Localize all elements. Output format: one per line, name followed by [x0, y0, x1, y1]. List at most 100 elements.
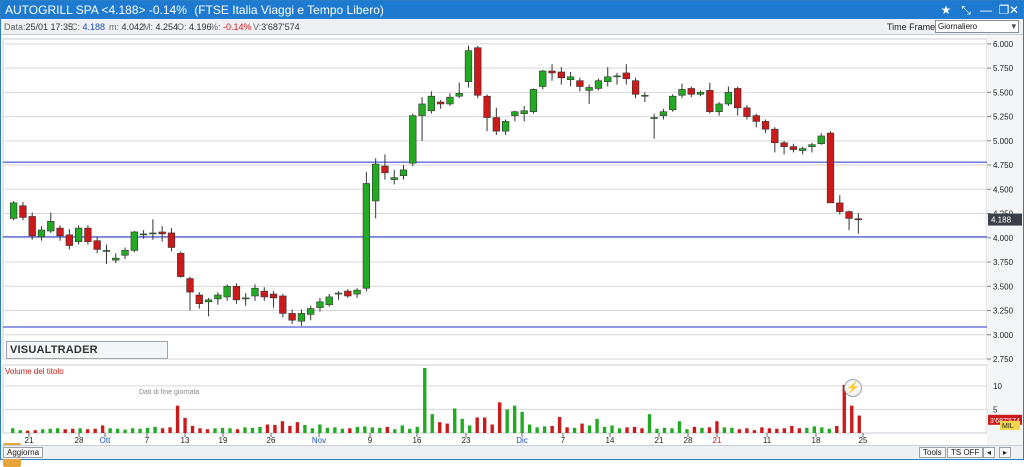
price-axis-label: 3.750	[993, 258, 1014, 267]
candle-up	[659, 111, 668, 116]
volume-bar	[100, 425, 105, 433]
volume-bar	[505, 409, 509, 433]
volume-bar	[423, 367, 427, 433]
volume-bar	[460, 418, 464, 433]
candle-down	[177, 253, 185, 277]
volume-bar	[220, 427, 225, 433]
visualtrader-logo: VISUALTRADER	[6, 341, 168, 359]
volume-bar	[707, 427, 712, 433]
volume-bar	[228, 428, 232, 433]
volume-bar	[183, 417, 187, 433]
candle-up	[464, 50, 473, 82]
ts-off-button[interactable]: TS OFF	[947, 447, 984, 458]
volume-bar	[602, 426, 607, 433]
volume-bar	[393, 429, 397, 433]
candle-up	[307, 308, 315, 315]
candle-down	[28, 216, 36, 237]
volume-bar	[250, 427, 255, 433]
volume-bar	[647, 414, 652, 433]
volume-bar	[310, 428, 315, 433]
candle-down	[845, 211, 853, 219]
candle-down	[854, 218, 863, 221]
volume-bar	[243, 427, 247, 433]
price-axis-label: 4.750	[993, 161, 1014, 170]
volume-bar	[273, 424, 277, 433]
candle-up	[74, 227, 83, 242]
price-axis-label: 5.000	[993, 137, 1014, 146]
candle-up	[251, 287, 259, 297]
x-axis-label: 28	[684, 436, 693, 445]
volume-bar	[18, 430, 22, 433]
title-bar: AUTOGRILL SPA <4.188> -0.14% (FTSE Itali…	[1, 1, 1023, 19]
candle-down	[687, 88, 695, 95]
pin-icon[interactable]: ⤡	[957, 2, 975, 18]
candle-up	[696, 92, 705, 95]
volume-bar	[213, 428, 217, 433]
close-button[interactable]: ✕	[1005, 2, 1023, 18]
candle-down	[186, 278, 194, 293]
pct-readout: %: -0.14%	[210, 22, 252, 32]
scroll-right-button[interactable]: ▸	[999, 447, 1012, 458]
volume-axis-label: 5	[993, 405, 998, 414]
candle-down	[706, 90, 714, 113]
candle-up	[297, 313, 306, 322]
minimize-button[interactable]: —	[977, 2, 995, 18]
candle-down	[84, 227, 92, 242]
x-axis-label: 21	[713, 436, 722, 445]
volume-axis-label: 10	[993, 382, 1002, 391]
candle-up	[799, 148, 807, 151]
instrument-title: AUTOGRILL SPA <4.188> -0.14%	[5, 3, 187, 17]
volume-bar	[325, 427, 330, 433]
tools-button[interactable]: Tools	[919, 447, 946, 458]
volume-bar	[685, 429, 689, 433]
volume-bar	[655, 428, 659, 433]
open-readout: O: 4.196	[177, 22, 212, 32]
candle-up	[362, 183, 371, 289]
candle-down	[195, 294, 203, 305]
volume-bar	[430, 414, 434, 433]
favorite-star-icon[interactable]: ★	[937, 2, 955, 18]
update-button[interactable]: Aggiorna	[3, 447, 44, 458]
candle-up	[409, 115, 417, 164]
candle-down	[761, 121, 770, 130]
volume-bar	[355, 426, 360, 433]
volume-bar	[587, 425, 592, 433]
chart-area[interactable]: 6.0005.7505.5005.2505.0004.7504.5004.250…	[1, 35, 1023, 467]
volume-bar	[138, 428, 142, 433]
volume-bar	[468, 425, 472, 433]
candle-down	[557, 71, 565, 79]
candle-down	[771, 128, 779, 144]
candle-down	[93, 240, 101, 250]
candle-up	[585, 87, 593, 91]
volume-bar	[722, 427, 727, 433]
date-readout: Data:25/01 17:35	[4, 22, 74, 32]
candle-up	[808, 144, 816, 147]
candle-up	[594, 80, 603, 89]
candle-down	[483, 95, 491, 118]
x-axis-label: 16	[413, 436, 422, 445]
candle-up	[325, 296, 333, 305]
candle-down	[232, 285, 241, 301]
volume-bar	[295, 422, 300, 433]
volume-bar	[527, 424, 532, 433]
time-frame-select[interactable]: Giornaliero	[935, 20, 1019, 33]
candle-up	[613, 75, 621, 78]
volume-bar	[820, 427, 824, 433]
price-chart-svg[interactable]: 6.0005.7505.5005.2505.0004.7504.5004.250…	[1, 35, 1023, 445]
lightning-icon[interactable]: ⚡	[844, 379, 862, 397]
volume-bar	[760, 427, 764, 433]
volume-bar	[363, 426, 367, 433]
candle-down	[344, 290, 352, 297]
volume-bar	[625, 427, 629, 433]
candle-down	[167, 232, 176, 248]
current-price-tag: 4.188	[991, 216, 1012, 225]
candle-up	[511, 111, 519, 116]
data-source-note: Dati di fine giornata	[139, 389, 200, 396]
price-axis-label: 5.750	[993, 64, 1014, 73]
volume-bar	[190, 425, 195, 433]
candle-up	[669, 95, 677, 111]
time-frame-label: Time Frame	[887, 22, 936, 32]
scroll-left-button[interactable]: ◂	[983, 447, 996, 458]
candle-down	[56, 227, 64, 237]
candle-up	[529, 89, 538, 113]
